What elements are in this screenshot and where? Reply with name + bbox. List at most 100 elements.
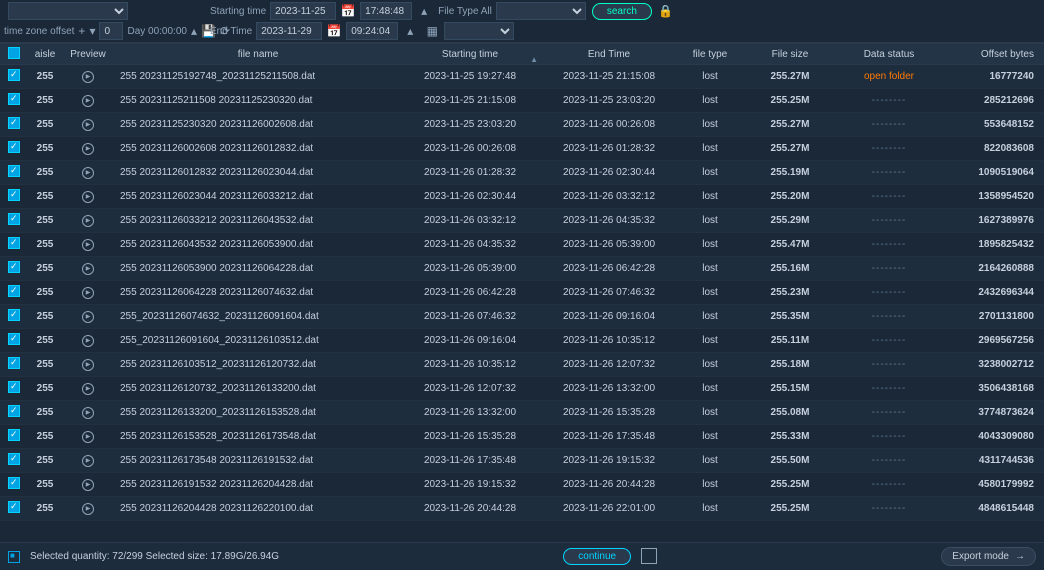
continue-button[interactable]: continue [563, 548, 631, 565]
day-number-input[interactable] [99, 22, 123, 40]
chevron-down-icon[interactable]: ▾ [89, 23, 95, 39]
cell-data-status: -------- [834, 263, 944, 274]
cell-start-time: 2023-11-25 23:03:20 [396, 119, 544, 130]
cell-file-name: 255_20231126091604_20231126103512.dat [114, 335, 396, 346]
play-icon[interactable]: ▶ [82, 455, 94, 467]
row-checkbox[interactable] [8, 189, 20, 201]
row-checkbox[interactable] [8, 309, 20, 321]
row-checkbox[interactable] [8, 405, 20, 417]
table-row[interactable]: 255▶255 20231126064228 20231126074632.da… [0, 281, 1044, 305]
table-row[interactable]: 255▶255 20231125192748_20231125211508.da… [0, 65, 1044, 89]
table-row[interactable]: 255▶255 20231125230320 20231126002608.da… [0, 113, 1044, 137]
play-icon[interactable]: ▶ [82, 119, 94, 131]
end-time-input[interactable] [346, 22, 398, 40]
table-row[interactable]: 255▶255_20231126091604_20231126103512.da… [0, 329, 1044, 353]
spinner-icon[interactable]: ▴ [416, 3, 432, 19]
extra-select[interactable] [444, 22, 514, 40]
disk-icon[interactable] [641, 548, 657, 564]
row-checkbox[interactable] [8, 357, 20, 369]
header-file-type[interactable]: file type [674, 49, 746, 60]
header-file-size[interactable]: File size [746, 49, 834, 60]
lock-icon[interactable]: 🔒 [658, 3, 674, 19]
row-checkbox[interactable] [8, 429, 20, 441]
table-row[interactable]: 255▶255 20231126173548 20231126191532.da… [0, 449, 1044, 473]
play-icon[interactable]: ▶ [82, 167, 94, 179]
header-preview[interactable]: Preview [62, 49, 114, 60]
table-row[interactable]: 255▶255 20231126033212 20231126043532.da… [0, 209, 1044, 233]
play-icon[interactable]: ▶ [82, 383, 94, 395]
row-checkbox[interactable] [8, 165, 20, 177]
table-row[interactable]: 255▶255 20231126204428 20231126220100.da… [0, 497, 1044, 521]
start-date-input[interactable] [270, 2, 336, 20]
table-row[interactable]: 255▶255_20231126074632_20231126091604.da… [0, 305, 1044, 329]
file-type-select[interactable] [496, 2, 586, 20]
cell-file-size: 255.15M [746, 383, 834, 394]
row-checkbox[interactable] [8, 117, 20, 129]
spinner-icon-2[interactable]: ▴ [191, 23, 197, 39]
play-icon[interactable]: ▶ [82, 479, 94, 491]
row-checkbox[interactable] [8, 93, 20, 105]
table-row[interactable]: 255▶255 20231126053900 20231126064228.da… [0, 257, 1044, 281]
header-data-status[interactable]: Data status [834, 49, 944, 60]
row-checkbox[interactable] [8, 213, 20, 225]
row-checkbox[interactable] [8, 333, 20, 345]
table-row[interactable]: 255▶255 20231126133200_20231126153528.da… [0, 401, 1044, 425]
row-checkbox[interactable] [8, 477, 20, 489]
play-icon[interactable]: ▶ [82, 359, 94, 371]
cell-data-status[interactable]: open folder [834, 71, 944, 82]
row-checkbox[interactable] [8, 285, 20, 297]
grid-icon[interactable]: ▦ [424, 23, 440, 39]
play-icon[interactable]: ▶ [82, 311, 94, 323]
play-icon[interactable]: ▶ [82, 407, 94, 419]
row-checkbox[interactable] [8, 69, 20, 81]
table-row[interactable]: 255▶255 20231126023044 20231126033212.da… [0, 185, 1044, 209]
table-row[interactable]: 255▶255 20231125211508 20231125230320.da… [0, 89, 1044, 113]
play-icon[interactable]: ▶ [82, 263, 94, 275]
play-icon[interactable]: ▶ [82, 215, 94, 227]
table-body[interactable]: 255▶255 20231125192748_20231125211508.da… [0, 65, 1044, 537]
plus-icon[interactable]: + [78, 23, 85, 39]
channel-select[interactable] [8, 2, 128, 20]
table-row[interactable]: 255▶255 20231126103512_20231126120732.da… [0, 353, 1044, 377]
play-icon[interactable]: ▶ [82, 143, 94, 155]
calendar-icon-2[interactable]: 📅 [326, 23, 342, 39]
play-icon[interactable]: ▶ [82, 335, 94, 347]
header-file-name[interactable]: file name [114, 49, 396, 60]
row-checkbox[interactable] [8, 237, 20, 249]
play-icon[interactable]: ▶ [82, 191, 94, 203]
cell-data-status: -------- [834, 95, 944, 106]
header-starting-time[interactable]: Starting time▲ [396, 49, 544, 60]
row-checkbox[interactable] [8, 501, 20, 513]
play-icon[interactable]: ▶ [82, 287, 94, 299]
search-button[interactable]: search [592, 3, 652, 20]
calendar-icon[interactable]: 📅 [340, 3, 356, 19]
row-checkbox[interactable] [8, 381, 20, 393]
cell-offset: 3774873624 [944, 407, 1044, 418]
end-date-input[interactable] [256, 22, 322, 40]
header-offset-bytes[interactable]: Offset bytes [944, 49, 1044, 60]
export-mode-button[interactable]: Export mode → [941, 547, 1036, 566]
table-row[interactable]: 255▶255 20231126153528_20231126173548.da… [0, 425, 1044, 449]
play-icon[interactable]: ▶ [82, 239, 94, 251]
table-row[interactable]: 255▶255 20231126012832 20231126023044.da… [0, 161, 1044, 185]
play-icon[interactable]: ▶ [82, 95, 94, 107]
row-checkbox[interactable] [8, 453, 20, 465]
start-time-input[interactable] [360, 2, 412, 20]
spinner-icon-3[interactable]: ▴ [402, 23, 418, 39]
header-end-time[interactable]: End Time [544, 49, 674, 60]
cell-file-type: lost [674, 95, 746, 106]
cell-data-status: -------- [834, 455, 944, 466]
header-aisle[interactable]: aisle [28, 49, 62, 60]
table-row[interactable]: 255▶255 20231126002608 20231126012832.da… [0, 137, 1044, 161]
play-icon[interactable]: ▶ [82, 71, 94, 83]
select-summary-checkbox[interactable] [8, 551, 20, 563]
row-checkbox[interactable] [8, 141, 20, 153]
table-row[interactable]: 255▶255 20231126043532 20231126053900.da… [0, 233, 1044, 257]
table-row[interactable]: 255▶255 20231126191532 20231126204428.da… [0, 473, 1044, 497]
play-icon[interactable]: ▶ [82, 503, 94, 515]
cell-offset: 553648152 [944, 119, 1044, 130]
play-icon[interactable]: ▶ [82, 431, 94, 443]
select-all-checkbox[interactable] [8, 47, 20, 59]
table-row[interactable]: 255▶255 20231126120732_20231126133200.da… [0, 377, 1044, 401]
row-checkbox[interactable] [8, 261, 20, 273]
